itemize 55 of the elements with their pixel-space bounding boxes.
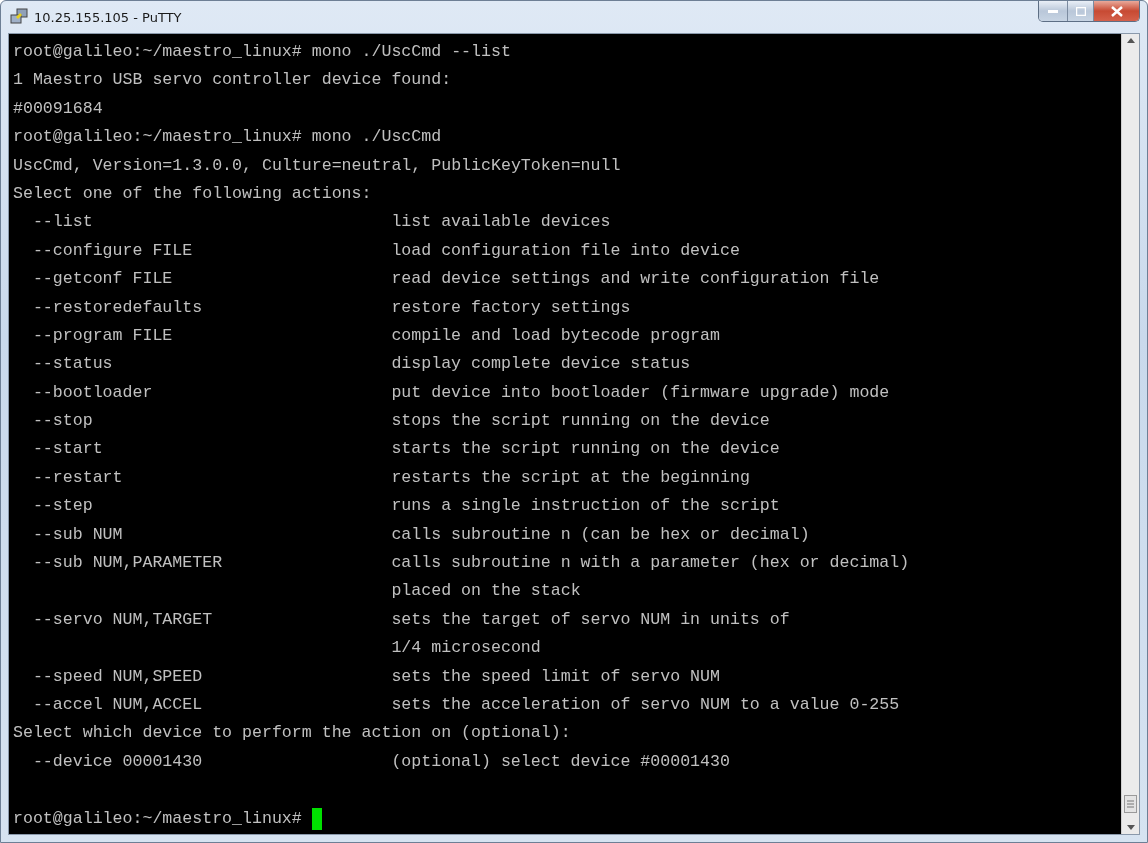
option-description: calls subroutine n with a parameter (hex or decimal) [391,552,910,575]
option-label: --restart [32,467,123,487]
terminal-line: Select one of the following actions: [13,182,372,205]
terminal-line: Select which device to perform the action on (optional): [13,722,571,745]
option-description: read device settings and write configuration file [391,268,880,291]
option-description: compile and load bytecode program [391,324,720,347]
computers-icon [10,8,28,26]
option-description: sets the target of servo NUM in units of [391,608,790,631]
option-description: placed on the stack [391,580,581,603]
option-label: --device 00001430 [32,751,203,771]
terminal-line: root@galileo:~/maestro_linux# mono ./UscCmd [13,126,442,149]
option-label: --sub NUM,PARAMETER [32,553,223,573]
option-label: --speed NUM,SPEED [32,666,203,686]
terminal-line: 1 Maestro USB servo controller device found: [13,69,452,92]
option-description: starts the script running on the device [391,438,780,461]
option-description: stops the script running on the device [391,410,770,433]
option-description: load configuration file into device [391,239,740,262]
maximize-icon [1075,6,1086,16]
minimize-icon [1048,9,1058,13]
maximize-button[interactable] [1067,1,1093,21]
option-label: --status [32,354,113,374]
option-description: restarts the script at the beginning [391,466,750,489]
option-description: 1/4 microsecond [391,637,541,660]
scroll-thumb-grip-icon[interactable] [1124,795,1137,813]
option-label: --program FILE [32,325,173,345]
option-label: --list [32,212,93,232]
option-label: --stop [32,411,93,431]
window-title: 10.25.155.105 - PuTTY [34,9,183,25]
option-label: --getconf FILE [32,269,173,289]
scrollbar[interactable] [1121,34,1139,834]
option-description: list available devices [391,211,611,234]
option-description: calls subroutine n (can be hex or decimal) [391,523,810,546]
close-icon [1110,5,1123,17]
option-label: --sub NUM [32,524,123,544]
scroll-down-icon[interactable] [1126,825,1135,830]
scroll-up-icon[interactable] [1126,38,1135,43]
option-description: (optional) select device #00001430 [391,750,730,773]
option-label: --bootloader [32,382,153,402]
terminal-line: UscCmd, Version=1.3.0.0, Culture=neutral, PublicKeyToken=null [13,154,621,177]
option-label: --configure FILE [32,240,193,260]
option-label: --start [32,439,103,459]
option-label: --accel NUM,ACCEL [32,695,203,714]
terminal-line: root@galileo:~/maestro_linux# mono ./UscCmd --list [13,41,511,63]
option-description: runs a single instruction of the script [391,495,780,518]
option-description: restore factory settings [391,296,631,319]
option-label: --restoredefaults [32,297,203,317]
close-button[interactable] [1093,1,1139,21]
option-description: sets the acceleration of servo NUM to a value 0-255 [391,694,900,716]
option-label: --servo NUM,TARGET [32,609,213,629]
option-description: sets the speed limit of servo NUM [391,665,720,688]
option-label: --step [32,496,93,516]
terminal-line: #00091684 [13,97,103,120]
option-description: put device into bootloader (firmware upgrade) mode [391,381,890,404]
option-description: display complete device status [391,353,691,376]
shell-prompt: root@galileo:~/maestro_linux# [13,807,302,830]
